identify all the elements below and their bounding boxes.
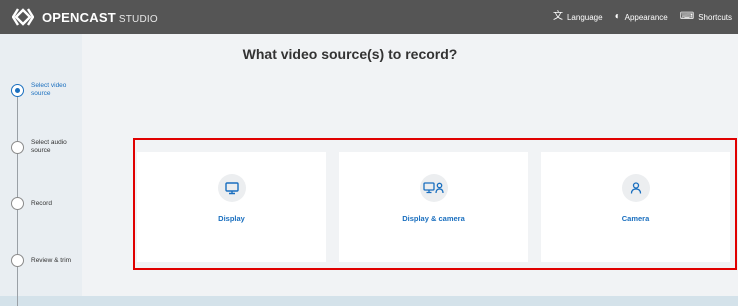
opencast-logo-icon (12, 8, 34, 26)
step-review-trim[interactable]: Review & trim (11, 254, 81, 267)
step-label: Select audio source (31, 139, 67, 154)
camera-option-card[interactable]: Camera (541, 152, 730, 262)
brand-title: OPENCAST (42, 9, 116, 25)
step-record[interactable]: Record (11, 197, 81, 210)
language-label: Language (566, 12, 603, 22)
person-icon (621, 174, 650, 202)
brand-subtitle: STUDIO (118, 13, 158, 25)
step-label: Record (31, 199, 52, 207)
shortcuts-label: Shortcuts (698, 12, 732, 22)
language-button[interactable]: 文 Language (553, 12, 603, 22)
display-and-camera-option-label: Display & camera (402, 214, 465, 223)
keyboard-icon: ⌨ (679, 11, 695, 22)
step-indicator (11, 254, 24, 267)
step-select-audio-source[interactable]: Select audio source (11, 139, 81, 155)
step-indicator (11, 197, 24, 210)
display-option-label: Display (218, 214, 245, 223)
camera-option-label: Camera (621, 214, 650, 223)
step-select-video-source[interactable]: Select video source (11, 82, 81, 98)
opencast-logo[interactable]: OPENCAST STUDIO (12, 8, 158, 26)
appearance-icon: ◐ (614, 11, 621, 22)
steps-sidebar: Select video source Select audio source … (0, 34, 82, 306)
monitor-person-icon (419, 174, 448, 202)
step-indicator (11, 140, 24, 154)
step-label: Review & trim (31, 256, 72, 264)
video-source-options: Display Display & camera Camera (133, 138, 737, 270)
top-nav: 文 Language ◐ Appearance ⌨ Shortcuts (541, 0, 732, 34)
display-and-camera-option-card[interactable]: Display & camera (339, 152, 528, 262)
language-icon: 文 (552, 11, 563, 22)
display-option-card[interactable]: Display (137, 152, 326, 262)
monitor-icon (217, 174, 246, 202)
appearance-button[interactable]: ◐ Appearance (615, 12, 668, 22)
page-title: What video source(s) to record? (242, 46, 458, 62)
step-indicator-active (11, 83, 24, 97)
brand-name: OPENCAST STUDIO (42, 10, 158, 25)
shortcuts-button[interactable]: ⌨ Shortcuts (680, 12, 732, 22)
top-bar: OPENCAST STUDIO 文 Language ◐ Appearance ⌨… (0, 0, 738, 34)
appearance-label: Appearance (624, 12, 668, 22)
steps-connector-line (17, 86, 18, 306)
step-label: Select video source (31, 82, 67, 97)
